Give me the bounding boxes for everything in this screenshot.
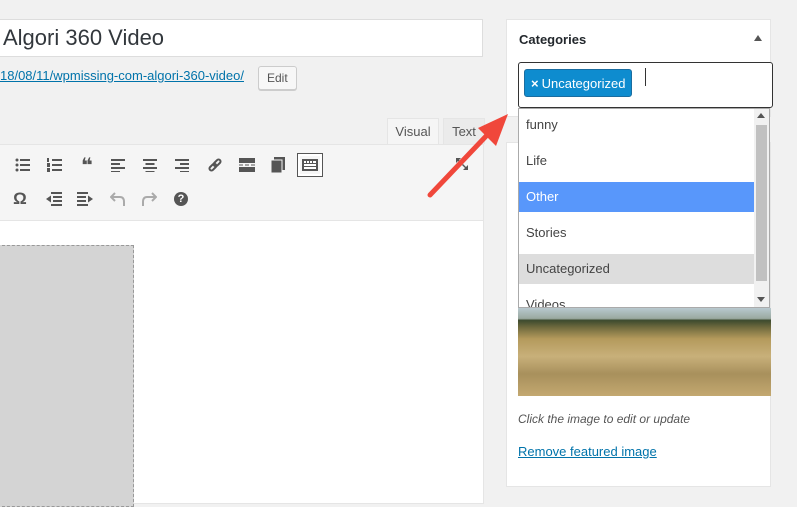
read-more-icon[interactable] <box>236 154 258 176</box>
post-title-input[interactable]: Algori 360 Video <box>0 19 483 57</box>
dropdown-scrollbar[interactable] <box>754 109 769 307</box>
category-select[interactable]: × Uncategorized <box>518 62 773 108</box>
remove-featured-image-link[interactable]: Remove featured image <box>518 444 657 459</box>
scroll-down-icon[interactable] <box>757 297 765 302</box>
align-center-icon[interactable] <box>139 154 161 176</box>
chip-label: Uncategorized <box>541 76 626 91</box>
scroll-thumb[interactable] <box>756 125 767 281</box>
numbered-list-icon[interactable] <box>44 154 66 176</box>
post-title-text: Algori 360 Video <box>3 25 165 50</box>
text-cursor <box>645 68 646 86</box>
align-right-icon[interactable] <box>171 154 193 176</box>
permalink-link[interactable]: 18/08/11/wpmissing-com-algori-360-video/ <box>0 68 244 83</box>
align-left-icon[interactable] <box>107 154 129 176</box>
option-stories[interactable]: Stories <box>519 218 755 248</box>
option-uncategorized[interactable]: Uncategorized <box>519 254 755 284</box>
editor: ❝ Ω ? <box>0 144 484 507</box>
featured-image-hint: Click the image to edit or update <box>518 412 691 426</box>
permalink: 18/08/11/wpmissing-com-algori-360-video/ <box>0 68 244 83</box>
indent-icon[interactable] <box>74 188 96 210</box>
selected-category-chip: × Uncategorized <box>524 69 633 97</box>
editor-toolbar: ❝ Ω ? <box>0 145 483 221</box>
panel-toggle-icon[interactable] <box>754 35 762 41</box>
scroll-up-icon[interactable] <box>757 113 765 118</box>
featured-image[interactable] <box>518 308 771 396</box>
blockquote-icon[interactable]: ❝ <box>76 154 98 177</box>
link-icon[interactable] <box>204 154 226 176</box>
special-character-icon[interactable]: Ω <box>9 188 31 210</box>
distraction-free-icon[interactable] <box>267 154 289 176</box>
category-dropdown: funny Life Other Stories Uncategorized V… <box>518 108 770 308</box>
redo-icon[interactable] <box>138 188 160 210</box>
red-arrow-icon <box>427 114 508 198</box>
help-icon[interactable]: ? <box>170 188 192 210</box>
help-glyph: ? <box>174 192 188 206</box>
editor-media-placeholder <box>0 245 134 507</box>
toolbar-toggle-icon[interactable] <box>297 153 323 177</box>
option-life[interactable]: Life <box>519 146 755 176</box>
undo-icon[interactable] <box>107 188 129 210</box>
remove-chip-icon[interactable]: × <box>531 76 539 91</box>
edit-slug-button[interactable]: Edit <box>258 66 297 90</box>
outdent-icon[interactable] <box>43 188 65 210</box>
option-videos[interactable]: Videos <box>519 290 755 307</box>
option-other[interactable]: Other <box>519 182 755 212</box>
option-funny[interactable]: funny <box>519 110 755 140</box>
categories-heading: Categories <box>519 32 587 47</box>
bulleted-list-icon[interactable] <box>12 154 34 176</box>
